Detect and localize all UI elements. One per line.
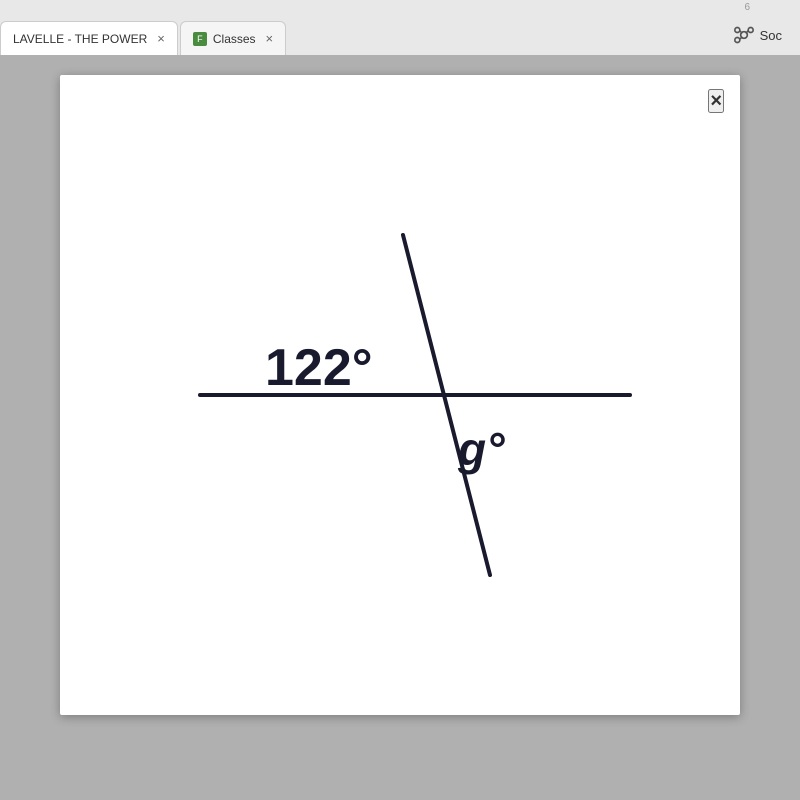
soc-label: Soc bbox=[760, 28, 782, 43]
tab-classes-favicon: F bbox=[193, 32, 207, 46]
tab-bar: 6 LAVELLE - THE POWER × F Classes × Soc bbox=[0, 0, 800, 55]
angle-122-label: 122° bbox=[265, 339, 373, 397]
angle-g-label: g° bbox=[457, 423, 505, 475]
geometry-diagram: 122° g° bbox=[150, 185, 650, 605]
diagram-container: 122° g° bbox=[60, 75, 740, 715]
soc-button[interactable]: Soc bbox=[724, 19, 792, 51]
browser-chrome: 6 LAVELLE - THE POWER × F Classes × Soc bbox=[0, 0, 800, 55]
tab-classes-label: Classes bbox=[213, 32, 256, 46]
tab-number: 6 bbox=[744, 2, 750, 13]
modal-card: × 122° g° bbox=[60, 75, 740, 715]
tab-classes-close[interactable]: × bbox=[266, 31, 274, 46]
tab-lavelle-close[interactable]: × bbox=[157, 31, 165, 46]
soc-icon bbox=[734, 25, 754, 45]
tab-classes[interactable]: F Classes × bbox=[180, 21, 286, 55]
tab-lavelle-label: LAVELLE - THE POWER bbox=[13, 32, 147, 46]
tab-lavelle[interactable]: LAVELLE - THE POWER × bbox=[0, 21, 178, 55]
main-content: × 122° g° bbox=[0, 55, 800, 800]
